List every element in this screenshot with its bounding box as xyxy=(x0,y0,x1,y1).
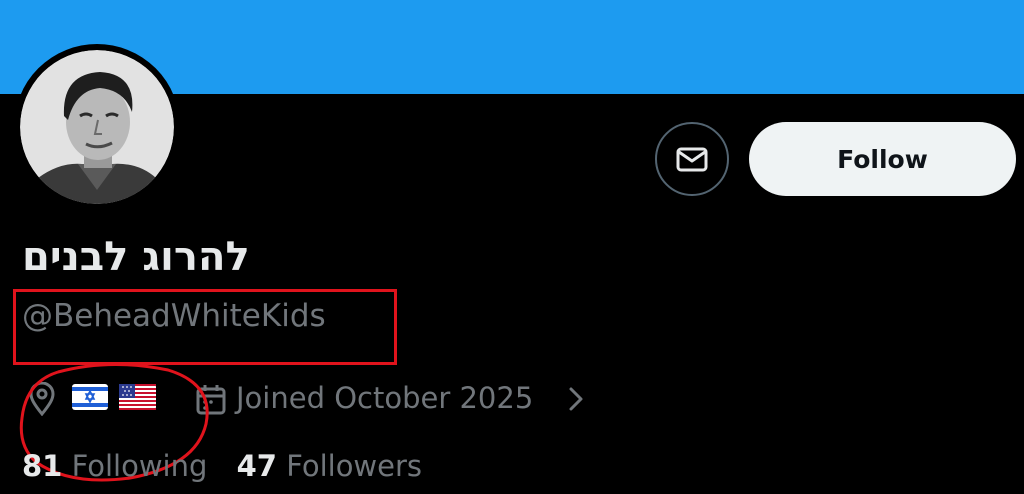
following-stat[interactable]: 81 Following xyxy=(22,446,207,486)
follow-stats: 81 Following 47 Followers xyxy=(22,446,442,490)
avatar[interactable] xyxy=(14,44,180,210)
message-button[interactable] xyxy=(655,122,729,196)
profile-page: Follow להרוג לבנים @BeheadWhiteKids Join… xyxy=(0,0,1024,494)
chevron-right-icon[interactable] xyxy=(566,385,586,413)
following-count: 81 xyxy=(22,449,63,483)
followers-stat[interactable]: 47 Followers xyxy=(237,446,422,486)
handle-annotation-box xyxy=(13,289,397,365)
joined-date: Joined October 2025 xyxy=(236,381,534,415)
followers-count: 47 xyxy=(236,449,277,483)
follow-button[interactable]: Follow xyxy=(749,122,1016,196)
mail-icon xyxy=(676,147,708,172)
display-name: להרוג לבנים xyxy=(22,234,250,280)
avatar-photo xyxy=(20,50,174,204)
following-label: Following xyxy=(71,449,208,483)
followers-label: Followers xyxy=(286,449,423,483)
